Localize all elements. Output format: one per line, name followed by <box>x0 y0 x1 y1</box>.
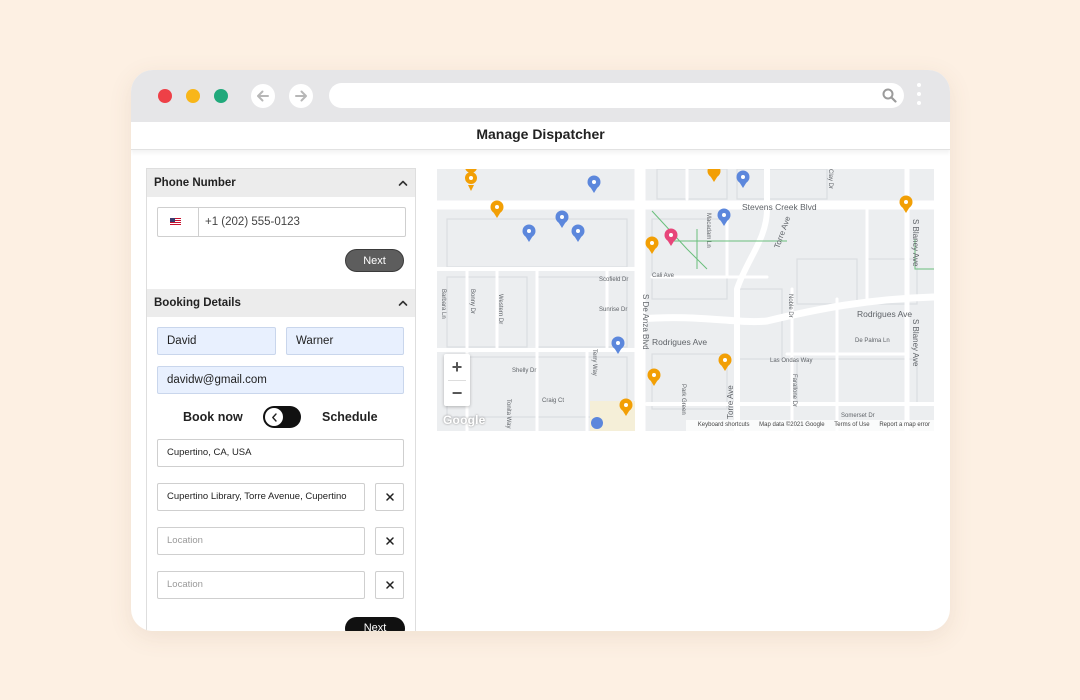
dropoff-location-field[interactable]: Cupertino Library, Torre Avenue, Cuperti… <box>157 483 365 511</box>
chevron-up-icon[interactable] <box>398 178 408 188</box>
page-title: Manage Dispatcher <box>131 122 950 150</box>
map-label-park-green: Park Green <box>680 384 686 415</box>
chevron-left-icon <box>271 412 277 422</box>
map-label-western: Western Dr <box>497 294 503 324</box>
minimize-window-dot[interactable] <box>186 89 200 103</box>
country-selector[interactable] <box>158 208 199 236</box>
close-window-dot[interactable] <box>158 89 172 103</box>
browser-toolbar <box>131 70 950 122</box>
pickup-location-field[interactable]: Cupertino, CA, USA <box>157 439 404 467</box>
map-label-somerset: Somerset Dr <box>841 413 875 419</box>
search-icon[interactable] <box>882 88 897 103</box>
booking-section-header[interactable]: Booking Details <box>147 289 415 317</box>
map-label-shelly: Shelly Dr <box>512 368 536 374</box>
map-label-cali: Cali Ave <box>652 273 675 279</box>
map-label-rodrigues-west: Rodrigues Ave <box>652 337 707 347</box>
forward-button[interactable] <box>289 84 313 108</box>
map-label-s-de-anza: S De Anza Blvd <box>641 294 650 350</box>
phone-section-title: Phone Number <box>154 177 236 189</box>
map-label-bonny: Bonny Dr <box>469 289 475 314</box>
phone-number-input[interactable]: +1 (202) 555-0123 <box>157 207 406 237</box>
keyboard-shortcuts-link[interactable]: Keyboard shortcuts <box>698 422 750 428</box>
map-zoom-control: + − <box>444 354 470 406</box>
map-label-tonita: Tonita Way <box>505 399 511 428</box>
zoom-in-button[interactable]: + <box>444 354 470 380</box>
remove-stop-2-button[interactable] <box>375 571 404 599</box>
map-label-clay: Clay Dr <box>827 169 833 189</box>
booking-section-title: Booking Details <box>154 297 241 309</box>
switch-knob <box>265 408 283 426</box>
back-button[interactable] <box>251 84 275 108</box>
schedule-label[interactable]: Schedule <box>322 405 378 429</box>
close-icon <box>385 581 394 589</box>
email-field[interactable]: davidw@gmail.com <box>157 366 404 394</box>
stop-location-field-2[interactable]: Location <box>157 571 365 599</box>
map-label-s-blaney: S Blaney Ave <box>911 219 920 267</box>
map-label-s-blaney-south: S Blaney Ave <box>911 319 920 367</box>
map-label-barbara: Barbara Ln <box>440 289 446 319</box>
map-label-sunrise: Sunrise Dr <box>599 307 627 313</box>
maximize-window-dot[interactable] <box>214 89 228 103</box>
last-name-field[interactable]: Warner <box>286 327 404 355</box>
report-map-error-link[interactable]: Report a map error <box>879 422 930 428</box>
phone-section-header[interactable]: Phone Number <box>147 169 415 197</box>
map-label-terry: Terry Way <box>591 349 597 376</box>
map-label-craig: Craig Ct <box>542 398 564 404</box>
close-icon <box>385 537 394 545</box>
map-label-noble: Noble Dr <box>787 294 793 318</box>
address-bar[interactable] <box>329 83 904 108</box>
close-icon <box>385 493 394 501</box>
booking-mode-switch[interactable] <box>263 406 301 428</box>
map-label-de-palma: De Palma Ln <box>855 338 890 344</box>
first-name-field[interactable]: David <box>157 327 276 355</box>
booking-mode-toggle-row: Book now Schedule <box>147 405 415 429</box>
booking-next-button[interactable]: Next <box>345 617 405 631</box>
map-canvas[interactable]: Stevens Creek Blvd Rodrigues Ave Rodrigu… <box>437 169 934 431</box>
stop-location-field-1[interactable]: Location <box>157 527 365 555</box>
google-logo: Google <box>443 413 486 427</box>
shop-pin-icon[interactable] <box>591 417 603 429</box>
map-label-scofield: Scofield Dr <box>599 277 628 283</box>
arrow-right-icon <box>295 90 307 102</box>
arrow-left-icon <box>257 90 269 102</box>
browser-window: Manage Dispatcher Phone Number +1 (202) … <box>131 70 950 631</box>
map-label-las-ondas: Las Ondas Way <box>770 358 812 364</box>
map-label-torre-ave-south: Torre Ave <box>726 385 735 419</box>
map-data-credit: Map data ©2021 Google <box>759 422 825 428</box>
phone-next-button[interactable]: Next <box>345 249 404 272</box>
book-now-label[interactable]: Book now <box>183 405 243 429</box>
phone-number-value: +1 (202) 555-0123 <box>205 216 300 228</box>
map-label-stevens-creek: Stevens Creek Blvd <box>742 202 817 212</box>
zoom-out-button[interactable]: − <box>444 380 470 406</box>
map-attribution: Keyboard shortcuts Map data ©2021 Google… <box>685 420 934 431</box>
clear-dropoff-button[interactable] <box>375 483 404 511</box>
remove-stop-1-button[interactable] <box>375 527 404 555</box>
dispatcher-form-panel: Phone Number +1 (202) 555-0123 Next Book… <box>146 168 416 631</box>
map-view[interactable]: Stevens Creek Blvd Rodrigues Ave Rodrigu… <box>437 169 934 431</box>
map-label-rodrigues: Rodrigues Ave <box>857 309 912 319</box>
chevron-up-icon[interactable] <box>398 298 408 308</box>
map-label-farallone: Farallone Dr <box>791 374 797 407</box>
terms-of-use-link[interactable]: Terms of Use <box>834 422 869 428</box>
more-options-icon[interactable] <box>916 83 922 110</box>
us-flag-icon <box>170 218 181 225</box>
map-label-macadam: Macadam Ln <box>705 213 711 248</box>
